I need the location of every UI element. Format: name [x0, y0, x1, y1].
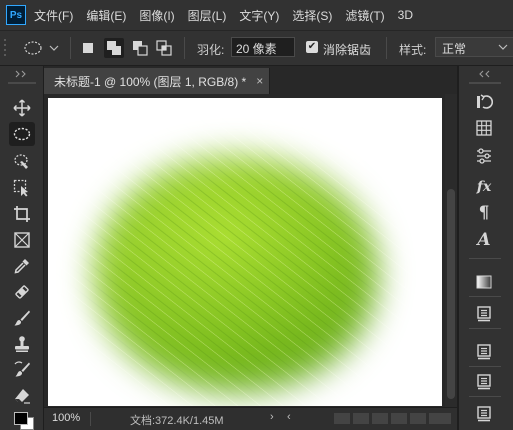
options-separator	[386, 37, 387, 59]
horizontal-scroll-track[interactable]	[353, 413, 369, 424]
chevron-down-icon	[498, 44, 508, 50]
menu-image[interactable]: 图像(I)	[139, 7, 174, 24]
horizontal-scroll-track[interactable]	[372, 413, 388, 424]
close-icon[interactable]: ×	[256, 74, 263, 88]
paragraph-icon[interactable]: ¶	[472, 202, 496, 224]
canvas-workarea	[44, 94, 456, 407]
move-icon	[13, 99, 31, 117]
status-bar: 100% 文档:372.4K/1.45M › ‹	[44, 407, 457, 430]
menu-type[interactable]: 文字(Y)	[239, 7, 279, 24]
style-label: 样式:	[399, 43, 427, 57]
feather-input[interactable]: 20 像素	[231, 37, 295, 57]
crop-tool[interactable]	[9, 202, 35, 226]
horizontal-scroll-track[interactable]	[334, 413, 350, 424]
dock-divider	[469, 396, 501, 397]
menu-bar: Ps 文件(F) 编辑(E) 图像(I) 图层(L) 文字(Y) 选择(S) 滤…	[0, 0, 513, 30]
dock-divider	[469, 328, 501, 329]
quick-selection-icon	[14, 154, 28, 169]
eyedropper-icon	[14, 259, 29, 274]
style-value: 正常	[442, 42, 467, 56]
options-separator	[70, 37, 71, 59]
properties-icon[interactable]	[472, 403, 496, 425]
document-size-info: 文档:372.4K/1.45M	[130, 415, 224, 427]
foreground-background-colors[interactable]	[14, 412, 34, 430]
horizontal-scroll-track[interactable]	[429, 413, 451, 424]
options-separator	[184, 37, 185, 59]
style-dropdown[interactable]: 正常	[435, 37, 513, 57]
history-brush-tool[interactable]	[9, 358, 35, 382]
clone-stamp-tool[interactable]	[9, 332, 35, 356]
document-tab-title: 未标题-1 @ 100% (图层 1, RGB/8) *	[54, 74, 247, 89]
subtract-from-selection-button[interactable]	[132, 40, 148, 56]
collapse-chevron-icon[interactable]	[14, 70, 30, 78]
feather-label: 羽化:	[197, 43, 225, 57]
eraser-icon	[15, 389, 30, 404]
tools-panel	[0, 66, 44, 430]
paths-icon[interactable]	[472, 371, 496, 393]
crop-icon	[14, 206, 30, 222]
document-tab-strip: 未标题-1 @ 100% (图层 1, RGB/8) * ×	[44, 66, 459, 94]
menu-3d[interactable]: 3D	[398, 8, 413, 22]
brush-tool[interactable]	[9, 306, 35, 330]
dock-divider	[469, 366, 501, 367]
ellipse-marquee-icon	[13, 127, 31, 141]
history-icon[interactable]	[472, 91, 496, 113]
eraser-tool[interactable]	[9, 384, 35, 408]
stamp-icon	[15, 336, 29, 352]
dock-divider	[469, 296, 501, 297]
object-selection-icon	[13, 179, 28, 197]
menu-layer[interactable]: 图层(L)	[188, 7, 227, 24]
options-bar: 羽化: 20 像素 ✔ 消除锯齿 样式: 正常	[0, 30, 513, 66]
vertical-scrollbar[interactable]	[445, 94, 457, 407]
frame-tool[interactable]	[9, 228, 35, 252]
document-canvas[interactable]	[48, 98, 442, 406]
add-to-selection-button[interactable]	[104, 38, 124, 58]
options-grip	[4, 38, 8, 58]
brush-icon	[14, 310, 30, 326]
menu-file[interactable]: 文件(F)	[34, 7, 73, 24]
photoshop-logo[interactable]: Ps	[6, 5, 26, 25]
dock-divider	[469, 258, 501, 259]
frame-icon	[14, 232, 30, 248]
history-brush-icon	[14, 361, 30, 377]
horizontal-scroll-track[interactable]	[391, 413, 407, 424]
swatches-icon[interactable]	[472, 117, 496, 139]
document-tab[interactable]: 未标题-1 @ 100% (图层 1, RGB/8) * ×	[44, 68, 270, 94]
status-menu-arrow[interactable]: ›	[270, 411, 274, 423]
adjustments-icon[interactable]	[472, 145, 496, 167]
scrollbar-thumb[interactable]	[447, 189, 455, 399]
menu-select[interactable]: 选择(S)	[292, 7, 332, 24]
menu-edit[interactable]: 编辑(E)	[86, 7, 126, 24]
horizontal-scroll-left[interactable]: ‹	[287, 411, 291, 423]
foreground-color-swatch[interactable]	[14, 412, 28, 425]
antialias-checkbox[interactable]: ✔	[306, 41, 318, 53]
intersect-selection-button[interactable]	[156, 40, 172, 56]
quick-selection-tool[interactable]	[9, 150, 35, 174]
move-tool[interactable]	[9, 96, 35, 120]
eyedropper-tool[interactable]	[9, 254, 35, 278]
tool-preset-picker[interactable]	[22, 39, 62, 57]
status-separator	[90, 412, 91, 426]
elliptical-marquee-tool[interactable]	[9, 122, 35, 146]
channels-icon[interactable]	[472, 341, 496, 363]
antialias-label: 消除锯齿	[323, 43, 372, 57]
object-selection-tool[interactable]	[9, 176, 35, 200]
dock-grip	[469, 82, 501, 84]
character-icon[interactable]: A	[472, 229, 496, 251]
collapse-chevron-icon[interactable]	[478, 70, 494, 78]
panel-dock: fx ¶ A	[459, 66, 513, 430]
fx-styles-icon[interactable]: fx	[472, 176, 496, 198]
new-selection-button[interactable]	[80, 40, 96, 56]
horizontal-scroll-track[interactable]	[410, 413, 426, 424]
bandage-icon	[15, 285, 29, 299]
menu-filter[interactable]: 滤镜(T)	[345, 7, 384, 24]
zoom-level[interactable]: 100%	[52, 412, 80, 424]
spot-healing-brush-tool[interactable]	[9, 280, 35, 304]
feathered-leaf-image	[48, 98, 442, 406]
tools-grip	[8, 82, 36, 84]
layers-icon[interactable]	[472, 303, 496, 325]
gradient-icon[interactable]	[472, 271, 496, 293]
